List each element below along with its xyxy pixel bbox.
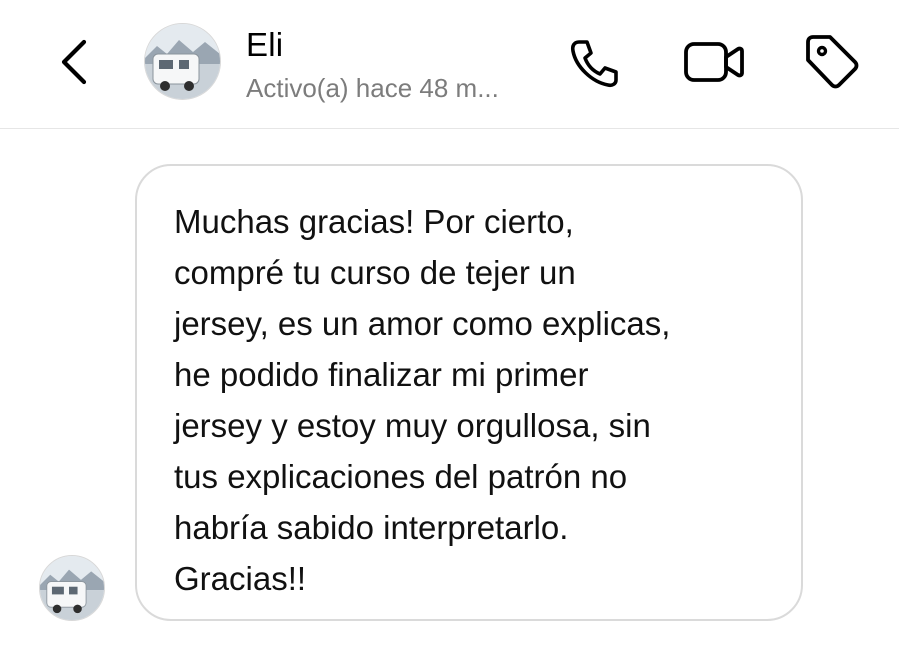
contact-name[interactable]: Eli bbox=[246, 26, 283, 64]
activity-status: Activo(a) hace 48 m... bbox=[246, 73, 499, 103]
tag-icon bbox=[806, 35, 859, 89]
tag-button[interactable] bbox=[802, 32, 860, 90]
video-camera-icon bbox=[684, 42, 744, 82]
sender-avatar[interactable] bbox=[39, 555, 105, 621]
contact-avatar[interactable] bbox=[144, 23, 221, 100]
video-call-button[interactable] bbox=[682, 36, 746, 88]
message-bubble[interactable]: Muchas gracias! Por cierto, compré tu cu… bbox=[135, 164, 803, 621]
back-button[interactable] bbox=[50, 32, 102, 92]
chat-header: Eli Activo(a) hace 48 m... bbox=[0, 0, 899, 129]
voice-call-button[interactable] bbox=[564, 34, 624, 90]
phone-icon bbox=[570, 40, 618, 88]
message-text: Muchas gracias! Por cierto, compré tu cu… bbox=[174, 203, 671, 597]
chevron-left-icon bbox=[61, 39, 87, 85]
